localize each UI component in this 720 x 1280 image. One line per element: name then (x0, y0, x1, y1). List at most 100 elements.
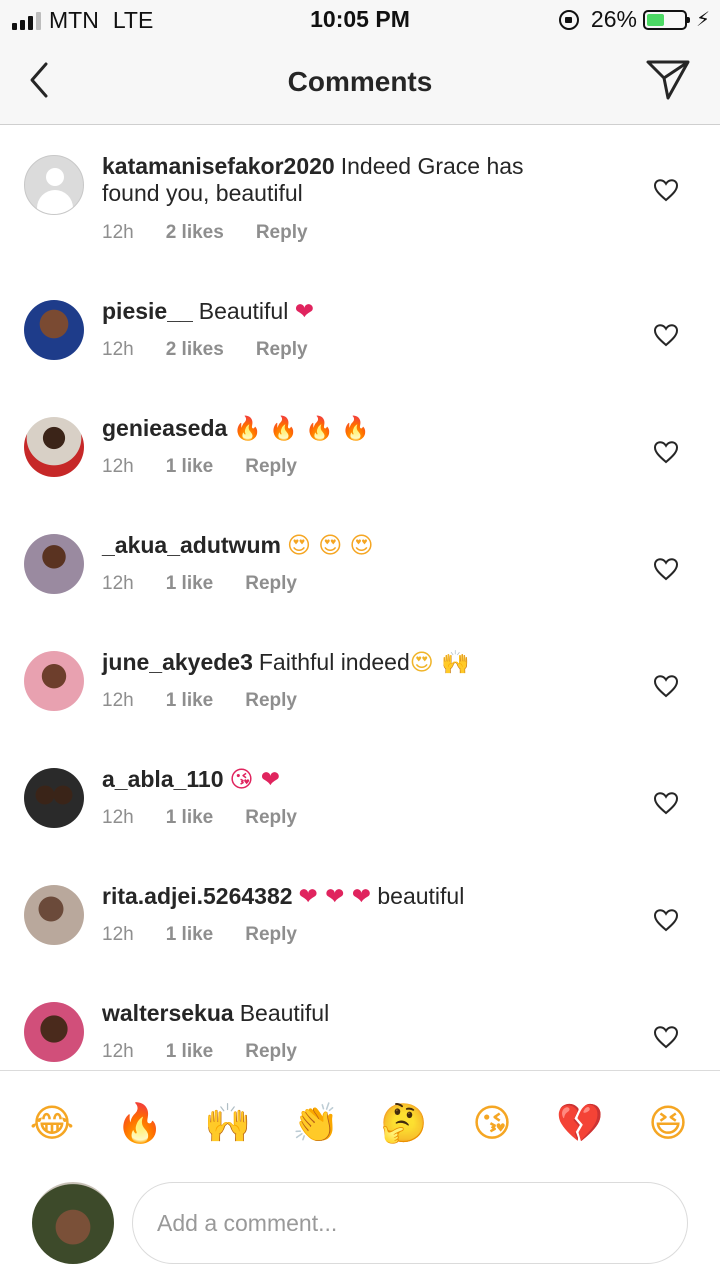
reply-button[interactable]: Reply (245, 456, 297, 478)
emoji-tears-of-joy[interactable]: 😂 (26, 1099, 78, 1147)
emoji-raised-hands[interactable]: 🙌 (202, 1099, 254, 1147)
comment-item: genieaseda 🔥 🔥 🔥 🔥 12h 1 like Reply (0, 387, 720, 504)
comment-time: 12h (102, 456, 134, 477)
comment-item: waltersekua Beautiful 12h 1 like Reply (0, 972, 720, 1070)
paper-plane-icon (646, 60, 690, 100)
comment-username[interactable]: waltersekua (102, 1000, 234, 1026)
reply-button[interactable]: Reply (256, 339, 308, 361)
emoji-text: 🔥 🔥 🔥 🔥 (233, 416, 370, 442)
comment-username[interactable]: _akua_adutwum (102, 532, 281, 558)
like-heart-icon[interactable] (653, 674, 679, 698)
emoji-quick-bar: 😂 🔥 🙌 👏 🤔 😘 💔 😆 (0, 1070, 720, 1177)
comment-body: piesie__ Beautiful ❤ (102, 298, 572, 326)
reply-button[interactable]: Reply (245, 690, 297, 712)
comment-meta: 12h 1 like Reply (102, 1041, 329, 1063)
battery-icon (642, 9, 690, 30)
avatar[interactable] (24, 768, 84, 828)
reply-button[interactable]: Reply (245, 573, 297, 595)
header: Comments (0, 40, 720, 125)
reply-button[interactable]: Reply (245, 807, 297, 829)
comment-body: a_abla_110 😘 ❤ (102, 766, 572, 794)
emoji-clapping[interactable]: 👏 (290, 1099, 342, 1147)
like-heart-icon[interactable] (653, 791, 679, 815)
comment-username[interactable]: rita.adjei.5264382 (102, 883, 293, 909)
comment-likes[interactable]: 1 like (166, 807, 214, 829)
comment-meta: 12h 1 like Reply (102, 690, 329, 712)
comments-list[interactable]: katamanisefakor2020 Indeed Grace has foun… (0, 125, 720, 1070)
comment-username[interactable]: genieaseda (102, 415, 227, 441)
emoji-laughing[interactable]: 😆 (642, 1099, 694, 1147)
emoji-text: 😘 ❤ (229, 767, 281, 793)
comment-likes[interactable]: 1 like (166, 690, 214, 712)
comment-text: Beautiful (239, 1000, 330, 1026)
comment-likes[interactable]: 1 like (166, 1041, 214, 1063)
charging-bolt-icon: ⚡ (695, 9, 710, 31)
comment-likes[interactable]: 1 like (166, 924, 214, 946)
comment-username[interactable]: piesie__ (102, 298, 193, 324)
reply-button[interactable]: Reply (245, 1041, 297, 1063)
avatar[interactable] (24, 417, 84, 477)
comment-body: _akua_adutwum 😍 😍 😍 (102, 532, 572, 560)
comment-time: 12h (102, 339, 134, 360)
comment-item: _akua_adutwum 😍 😍 😍 12h 1 like Reply (0, 504, 720, 621)
avatar[interactable] (24, 300, 84, 360)
like-heart-icon[interactable] (653, 557, 679, 581)
comment-likes[interactable]: 2 likes (166, 339, 224, 361)
like-heart-icon[interactable] (653, 908, 679, 932)
comment-item: piesie__ Beautiful ❤ 12h 2 likes Reply (0, 270, 720, 387)
like-heart-icon[interactable] (653, 440, 679, 464)
emoji-text: ❤ (294, 299, 314, 325)
comment-meta: 12h 1 like Reply (102, 807, 329, 829)
share-button[interactable] (644, 56, 692, 104)
reply-button[interactable]: Reply (256, 222, 308, 244)
comment-username[interactable]: katamanisefakor2020 (102, 153, 335, 179)
avatar[interactable] (24, 1002, 84, 1062)
comment-body: katamanisefakor2020 Indeed Grace has foun… (102, 153, 572, 207)
avatar[interactable] (24, 651, 84, 711)
emoji-text: 😍 😍 😍 (286, 533, 374, 559)
emoji-broken-heart[interactable]: 💔 (554, 1099, 606, 1147)
comment-item: june_akyede3 Faithful indeed😍 🙌 12h 1 lik… (0, 621, 720, 738)
battery-percent: 26% (590, 6, 637, 32)
comment-likes[interactable]: 1 like (166, 573, 214, 595)
comment-username[interactable]: a_abla_110 (102, 766, 224, 792)
comment-meta: 12h 1 like Reply (102, 456, 329, 478)
comment-time: 12h (102, 924, 134, 945)
comment-composer: Add a comment... (0, 1176, 720, 1280)
like-heart-icon[interactable] (653, 178, 679, 202)
emoji-thinking[interactable]: 🤔 (378, 1099, 430, 1147)
avatar[interactable] (24, 534, 84, 594)
like-heart-icon[interactable] (653, 323, 679, 347)
comment-text: beautiful (377, 883, 465, 909)
comment-time: 12h (102, 807, 134, 828)
comment-likes[interactable]: 1 like (166, 456, 214, 478)
emoji-text: 😍 🙌 (409, 650, 470, 676)
comment-text: Faithful indeed (258, 649, 410, 675)
comment-meta: 12h 1 like Reply (102, 924, 329, 946)
comment-meta: 12h 2 likes Reply (102, 222, 340, 244)
avatar[interactable] (24, 885, 84, 945)
comment-time: 12h (102, 690, 134, 711)
page-title: Comments (287, 66, 433, 97)
reply-button[interactable]: Reply (245, 924, 297, 946)
comment-input[interactable]: Add a comment... (132, 1182, 688, 1264)
my-avatar (32, 1182, 114, 1264)
rotation-lock-icon (558, 9, 579, 30)
comment-item: katamanisefakor2020 Indeed Grace has foun… (0, 125, 720, 244)
emoji-fire[interactable]: 🔥 (114, 1099, 166, 1147)
battery-fill (646, 13, 664, 26)
comment-likes[interactable]: 2 likes (166, 222, 224, 244)
emoji-kiss[interactable]: 😘 (466, 1099, 518, 1147)
comment-time: 12h (102, 1041, 134, 1062)
comment-body: waltersekua Beautiful (102, 1000, 572, 1027)
comment-item: a_abla_110 😘 ❤ 12h 1 like Reply (0, 738, 720, 855)
comment-username[interactable]: june_akyede3 (102, 649, 253, 675)
like-heart-icon[interactable] (653, 1025, 679, 1049)
comment-body: rita.adjei.5264382 ❤ ❤ ❤ beautiful (102, 883, 572, 911)
comment-meta: 12h 1 like Reply (102, 573, 329, 595)
comment-body: june_akyede3 Faithful indeed😍 🙌 (102, 649, 572, 677)
avatar[interactable] (24, 155, 84, 215)
comment-text: Beautiful (198, 298, 289, 324)
comment-meta: 12h 2 likes Reply (102, 339, 340, 361)
status-bar: MTN LTE 10:05 PM 26% ⚡ (0, 0, 720, 40)
